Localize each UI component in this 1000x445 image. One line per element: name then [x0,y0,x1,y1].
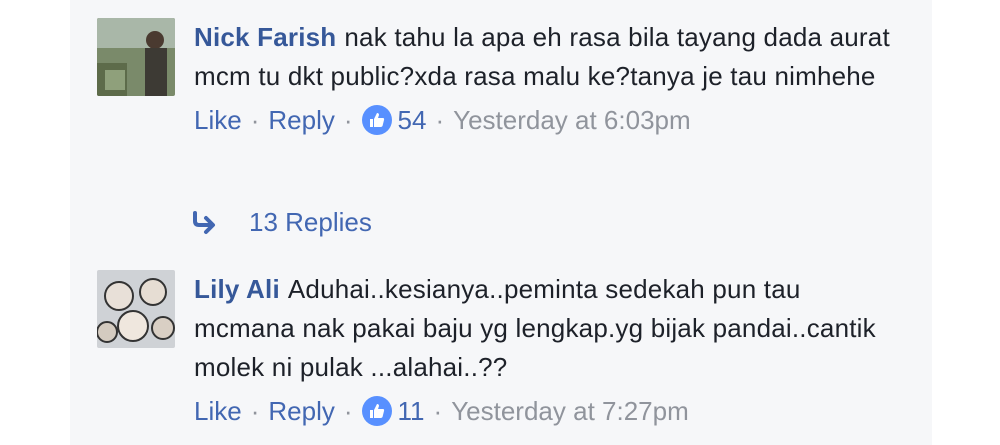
separator: · [250,395,260,426]
like-link[interactable]: Like [194,396,242,427]
separator: · [433,395,443,426]
replies-count-label[interactable]: 13 Replies [249,207,372,238]
separator: · [343,104,353,135]
comment-body: Nick Farish nak tahu la apa eh rasa bila … [194,18,894,138]
comment-actions: Like · Reply · 54 · Yesterday at 6:03pm [194,102,894,138]
reactions-count[interactable]: 54 [398,105,427,136]
separator: · [435,104,445,135]
comment-actions: Like · Reply · 11 · Yesterday at 7:27pm [194,393,894,429]
like-reaction-icon[interactable] [361,396,392,426]
avatar-photo-icon [97,18,175,96]
reply-link[interactable]: Reply [268,105,334,136]
comment-author[interactable]: Nick Farish [194,22,336,52]
avatar[interactable] [97,270,175,348]
reply-link[interactable]: Reply [268,396,334,427]
like-link[interactable]: Like [194,105,242,136]
view-replies-link[interactable]: 13 Replies [191,207,372,238]
like-reaction-icon[interactable] [361,105,392,135]
separator: · [250,104,260,135]
avatar[interactable] [97,18,175,96]
reactions-count[interactable]: 11 [398,396,425,427]
comment-timestamp[interactable]: Yesterday at 7:27pm [451,396,689,427]
avatar-photo-icon [97,270,175,348]
comment-message: Aduhai..kesianya..peminta sedekah pun ta… [194,274,876,382]
thumbs-up-icon [369,404,384,418]
comment-text: Lily Ali Aduhai..kesianya..peminta sedeka… [194,270,894,387]
separator: · [343,395,353,426]
comment-text: Nick Farish nak tahu la apa eh rasa bila … [194,18,894,96]
thumbs-up-icon [369,113,384,127]
reply-arrow-icon [193,210,215,234]
comment-author[interactable]: Lily Ali [194,274,280,304]
comment-timestamp[interactable]: Yesterday at 6:03pm [453,105,691,136]
comment-body: Lily Ali Aduhai..kesianya..peminta sedeka… [194,270,894,429]
